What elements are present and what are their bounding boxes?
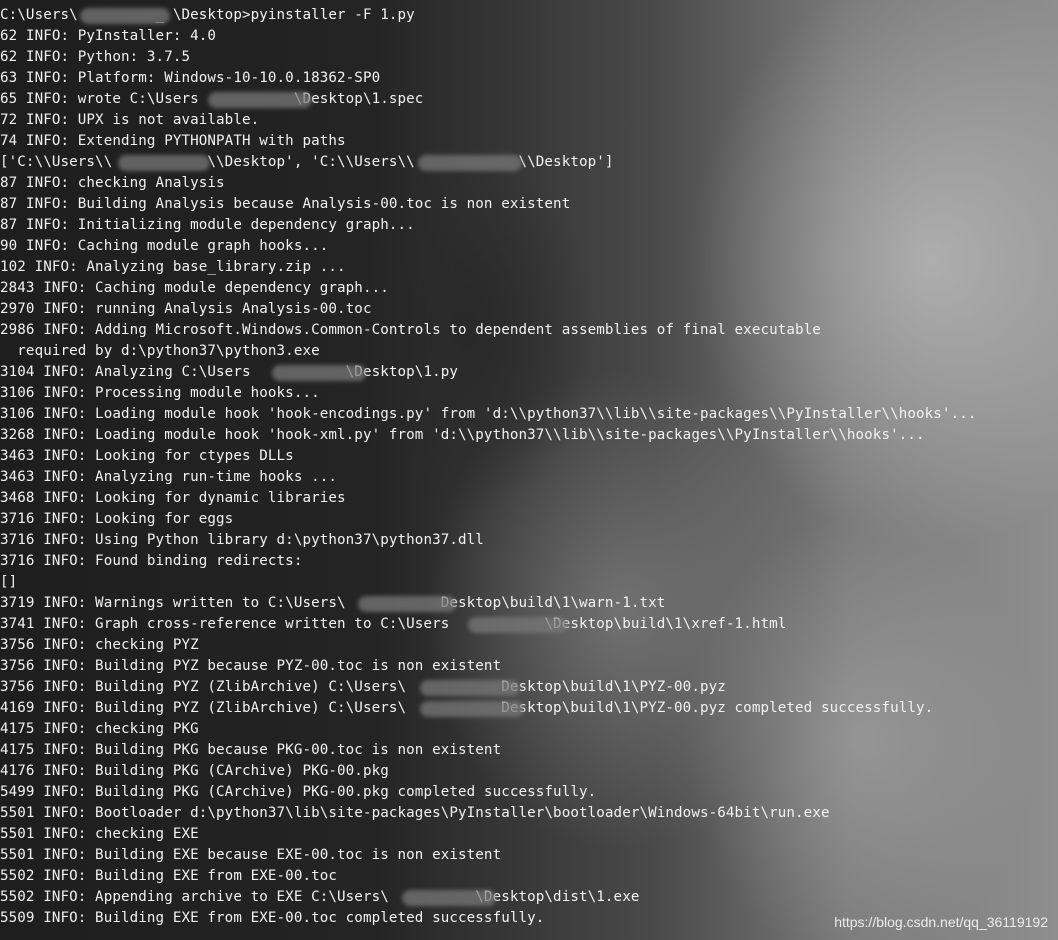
terminal-line: 2986 INFO: Adding Microsoft.Windows.Comm… [0, 322, 821, 338]
terminal-line: 3104 INFO: Analyzing C:\Users \Desktop\1… [0, 364, 459, 380]
terminal-output[interactable]: C:\Users\ _ \Desktop>pyinstaller -F 1.py… [0, 5, 1058, 940]
redaction-blur [118, 155, 210, 171]
terminal-line: 87 INFO: checking Analysis [0, 175, 225, 191]
terminal-line: 2970 INFO: running Analysis Analysis-00.… [0, 301, 372, 317]
terminal-line: 4175 INFO: checking PKG [0, 721, 199, 737]
terminal-line: 4176 INFO: Building PKG (CArchive) PKG-0… [0, 763, 389, 779]
terminal-line: 3716 INFO: Looking for eggs [0, 511, 234, 527]
terminal-line: 5499 INFO: Building PKG (CArchive) PKG-0… [0, 784, 597, 800]
terminal-line: 3756 INFO: Building PYZ (ZlibArchive) C:… [0, 679, 726, 695]
terminal-line: 5501 INFO: Bootloader d:\python37\lib\si… [0, 805, 830, 821]
terminal-line: required by d:\python37\python3.exe [0, 343, 320, 359]
terminal-line: 3756 INFO: Building PYZ because PYZ-00.t… [0, 658, 502, 674]
terminal-line: 62 INFO: PyInstaller: 4.0 [0, 28, 217, 44]
terminal-line: 63 INFO: Platform: Windows-10-10.0.18362… [0, 70, 381, 86]
terminal-line: 3756 INFO: checking PYZ [0, 637, 199, 653]
terminal-line: 3106 INFO: Loading module hook 'hook-enc… [0, 406, 977, 422]
terminal-line: 3468 INFO: Looking for dynamic libraries [0, 490, 346, 506]
redaction-blur [468, 617, 568, 633]
terminal-line: 2843 INFO: Caching module dependency gra… [0, 280, 389, 296]
terminal-line: 3716 INFO: Using Python library d:\pytho… [0, 532, 484, 548]
terminal-line: 3106 INFO: Processing module hooks... [0, 385, 320, 401]
watermark: https://blog.csdn.net/qq_36119192 [834, 914, 1048, 930]
redaction-blur [358, 596, 456, 612]
redaction-blur [402, 890, 496, 906]
terminal-line: 65 INFO: wrote C:\Users \Desktop\1.spec [0, 91, 424, 107]
terminal-line: 3716 INFO: Found binding redirects: [0, 553, 303, 569]
terminal-line: 102 INFO: Analyzing base_library.zip ... [0, 259, 346, 275]
terminal-line: 5502 INFO: Building EXE from EXE-00.toc [0, 868, 338, 884]
terminal-line: 62 INFO: Python: 3.7.5 [0, 49, 191, 65]
redaction-blur [272, 365, 366, 381]
terminal-line: 5502 INFO: Appending archive to EXE C:\U… [0, 889, 640, 905]
terminal-line: 3463 INFO: Looking for ctypes DLLs [0, 448, 294, 464]
redaction-blur [208, 92, 312, 108]
redaction-blur [418, 155, 522, 171]
terminal-line: 3268 INFO: Loading module hook 'hook-xml… [0, 427, 925, 443]
terminal-line: 5501 INFO: Building EXE because EXE-00.t… [0, 847, 502, 863]
terminal-line: 87 INFO: Initializing module dependency … [0, 217, 415, 233]
terminal-line: [] [0, 574, 18, 590]
redaction-blur [80, 8, 170, 24]
terminal-line: 87 INFO: Building Analysis because Analy… [0, 196, 571, 212]
terminal-line: 72 INFO: UPX is not available. [0, 112, 260, 128]
terminal-line: 3719 INFO: Warnings written to C:\Users\… [0, 595, 666, 611]
redaction-blur [420, 680, 520, 696]
terminal-line: 3463 INFO: Analyzing run-time hooks ... [0, 469, 338, 485]
terminal-line: 74 INFO: Extending PYTHONPATH with paths [0, 133, 346, 149]
terminal-line: 90 INFO: Caching module graph hooks... [0, 238, 329, 254]
terminal-line: 4169 INFO: Building PYZ (ZlibArchive) C:… [0, 700, 934, 716]
terminal-line: 5501 INFO: checking EXE [0, 826, 199, 842]
terminal-line: 4175 INFO: Building PKG because PKG-00.t… [0, 742, 502, 758]
redaction-blur [420, 701, 524, 717]
